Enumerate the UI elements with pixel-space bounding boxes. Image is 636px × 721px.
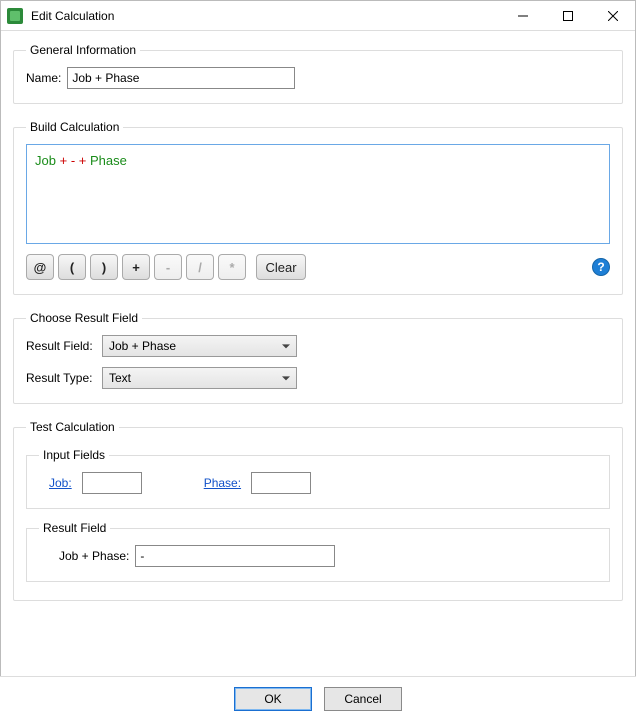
formula-editor[interactable]: Job + - + Phase <box>26 144 610 244</box>
minimize-icon <box>518 11 528 21</box>
result-type-combo[interactable]: Text <box>102 367 297 389</box>
formula-token-literal: - <box>71 153 75 168</box>
op-multiply-button[interactable]: * <box>218 254 246 280</box>
app-icon <box>7 8 23 24</box>
test-calculation-group: Test Calculation Input Fields Job: Phase… <box>13 420 623 601</box>
build-calculation-group: Build Calculation Job + - + Phase @ ( ) … <box>13 120 623 295</box>
result-field-inner-legend: Result Field <box>39 521 110 535</box>
title-bar: Edit Calculation <box>1 1 635 31</box>
general-information-group: General Information Name: <box>13 43 623 104</box>
window-buttons <box>500 1 635 30</box>
formula-button-row: @ ( ) + - / * Clear ? <box>26 254 610 280</box>
op-rparen-button[interactable]: ) <box>90 254 118 280</box>
phase-input[interactable] <box>251 472 311 494</box>
window-title: Edit Calculation <box>31 9 500 23</box>
result-field-label: Result Field: <box>26 339 96 353</box>
name-input[interactable] <box>67 67 295 89</box>
formula-token-field: Job <box>35 153 56 168</box>
input-fields-legend: Input Fields <box>39 448 109 462</box>
op-minus-button[interactable]: - <box>154 254 182 280</box>
test-calculation-legend: Test Calculation <box>26 420 119 434</box>
cancel-button[interactable]: Cancel <box>324 687 402 711</box>
general-information-legend: General Information <box>26 43 140 57</box>
dialog-content: General Information Name: Build Calculat… <box>1 31 635 617</box>
op-lparen-button[interactable]: ( <box>58 254 86 280</box>
input-fields-group: Input Fields Job: Phase: <box>26 448 610 509</box>
minimize-button[interactable] <box>500 1 545 30</box>
close-button[interactable] <box>590 1 635 30</box>
build-calculation-legend: Build Calculation <box>26 120 123 134</box>
maximize-button[interactable] <box>545 1 590 30</box>
op-plus-button[interactable]: + <box>122 254 150 280</box>
result-output <box>135 545 335 567</box>
result-output-label: Job + Phase: <box>59 549 129 563</box>
job-link-label[interactable]: Job: <box>49 476 72 490</box>
ok-button[interactable]: OK <box>234 687 312 711</box>
op-at-button[interactable]: @ <box>26 254 54 280</box>
result-field-value: Job + Phase <box>109 339 176 353</box>
formula-token-operator: + <box>79 153 87 168</box>
result-type-label: Result Type: <box>26 371 96 385</box>
formula-token-field: Phase <box>90 153 127 168</box>
clear-button[interactable]: Clear <box>256 254 306 280</box>
phase-link-label[interactable]: Phase: <box>204 476 241 490</box>
help-icon[interactable]: ? <box>592 258 610 276</box>
close-icon <box>608 11 618 21</box>
dialog-footer: OK Cancel <box>0 676 636 721</box>
choose-result-field-legend: Choose Result Field <box>26 311 142 325</box>
result-field-group: Result Field Job + Phase: <box>26 521 610 582</box>
choose-result-field-group: Choose Result Field Result Field: Job + … <box>13 311 623 404</box>
formula-token-operator: + <box>60 153 68 168</box>
job-input[interactable] <box>82 472 142 494</box>
maximize-icon <box>563 11 573 21</box>
op-divide-button[interactable]: / <box>186 254 214 280</box>
result-field-combo[interactable]: Job + Phase <box>102 335 297 357</box>
name-label: Name: <box>26 71 61 85</box>
result-type-value: Text <box>109 371 131 385</box>
